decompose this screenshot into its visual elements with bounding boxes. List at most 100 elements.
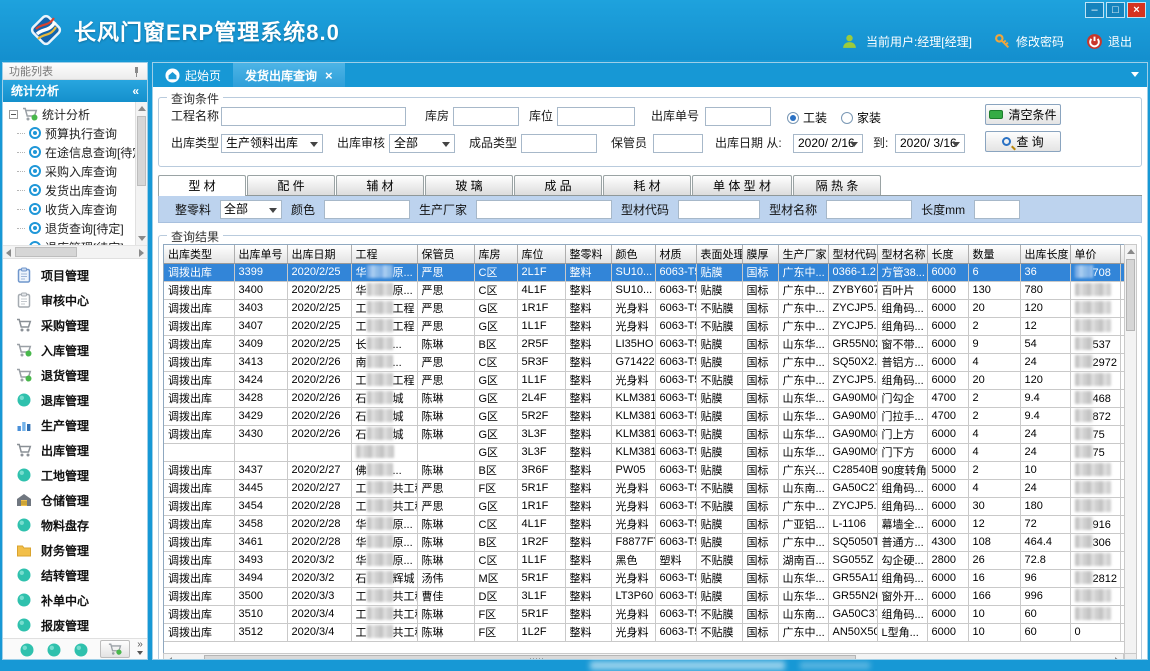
table-cell[interactable]: 6063-T5 (655, 317, 696, 335)
table-cell[interactable]: 5R1F (517, 569, 565, 587)
table-cell[interactable]: 整料 (565, 569, 611, 587)
table-cell[interactable]: 4 (968, 443, 1020, 461)
table-row[interactable]: 调拨出库34542020/2/28工共工程严思G区1R1F整料光身料6063-T… (164, 497, 1124, 515)
maximize-button[interactable]: □ (1106, 2, 1125, 18)
table-row[interactable]: 调拨出库34612020/2/28华原...陈琳B区1R2F整料F8877FT6… (164, 533, 1124, 551)
close-tab-icon[interactable]: × (325, 68, 333, 83)
table-cell[interactable]: 3407 (234, 317, 287, 335)
table-cell[interactable]: 0366-1.2 (828, 263, 877, 281)
table-cell[interactable]: 组角码... (877, 497, 927, 515)
table-cell[interactable]: 陈琳 (417, 389, 474, 407)
column-header[interactable]: 库位 (517, 245, 565, 263)
table-cell[interactable]: 2020/2/26 (287, 371, 351, 389)
table-cell[interactable]: 12 (1020, 317, 1070, 335)
pin-icon[interactable] (132, 67, 141, 76)
table-cell[interactable]: 国标 (742, 353, 778, 371)
table-cell[interactable]: G区 (474, 299, 517, 317)
table-cell[interactable]: 组角码... (877, 569, 927, 587)
table-cell[interactable]: 光身料 (611, 479, 655, 497)
table-vertical-scrollbar[interactable] (1124, 244, 1137, 660)
table-cell[interactable]: 国标 (742, 605, 778, 623)
table-cell[interactable]: 2020/3/3 (287, 587, 351, 605)
tree-item[interactable]: 发货出库查询 (3, 181, 147, 200)
table-cell[interactable]: 国标 (742, 533, 778, 551)
table-cell[interactable]: 国标 (742, 263, 778, 281)
table-cell[interactable]: 陈琳 (417, 335, 474, 353)
table-cell[interactable]: 严思 (417, 281, 474, 299)
table-cell[interactable]: 10 (968, 605, 1020, 623)
table-cell[interactable]: M区 (474, 569, 517, 587)
table-cell[interactable]: 调拨出库 (164, 299, 234, 317)
table-cell[interactable]: 华原... (351, 533, 417, 551)
table-cell[interactable]: 3500 (234, 587, 287, 605)
column-header[interactable]: 整零料 (565, 245, 611, 263)
table-cell[interactable]: 75 (1070, 425, 1120, 443)
table-cell[interactable]: 工工程 (351, 317, 417, 335)
table-cell[interactable]: 2020/2/28 (287, 497, 351, 515)
table-row[interactable]: 调拨出库34002020/2/25华原...严思C区4L1F整料SU10...6… (164, 281, 1124, 299)
table-cell[interactable]: SQ50X2... (828, 353, 877, 371)
table-cell[interactable]: 72 (1020, 515, 1070, 533)
table-cell[interactable]: 2 (968, 317, 1020, 335)
circle-icon[interactable] (73, 642, 86, 655)
table-cell[interactable]: 24 (1020, 479, 1070, 497)
table-cell[interactable]: 严思 (417, 353, 474, 371)
table-row[interactable]: G区3L3F整料KLM38176063-T5贴膜国标山东华...GA90M09.… (164, 443, 1124, 461)
material-tab[interactable]: 型 材 (158, 175, 246, 196)
table-cell[interactable]: 6000 (927, 263, 968, 281)
material-tab[interactable]: 单 体 型 材 (692, 175, 792, 195)
table-row[interactable]: 调拨出库34242020/2/26工工程严思G区1L1F整料光身料6063-T5… (164, 371, 1124, 389)
column-header[interactable]: 出库单号 (234, 245, 287, 263)
table-cell[interactable]: 贴膜 (696, 335, 742, 353)
date-to-picker[interactable]: 2020/ 3/16 (895, 134, 965, 153)
table-cell[interactable]: 872 (1070, 407, 1120, 425)
table-cell[interactable]: 调拨出库 (164, 263, 234, 281)
table-cell[interactable]: 6000 (927, 353, 968, 371)
column-header[interactable]: 单价 (1070, 245, 1120, 263)
table-cell[interactable] (1070, 317, 1120, 335)
table-cell[interactable]: 6063-T5 (655, 497, 696, 515)
table-cell[interactable]: 整料 (565, 443, 611, 461)
table-cell[interactable]: 严思 (417, 497, 474, 515)
table-cell[interactable]: 组角码... (877, 479, 927, 497)
table-cell[interactable]: 普铝方... (877, 353, 927, 371)
table-cell[interactable]: 调拨出库 (164, 461, 234, 479)
table-row[interactable]: 调拨出库34302020/2/26石城陈琳G区3L3F整料KLM38176063… (164, 425, 1124, 443)
table-cell[interactable] (1070, 587, 1120, 605)
table-cell[interactable]: 山东南... (778, 479, 828, 497)
table-cell[interactable]: GR55N26 (828, 587, 877, 605)
table-cell[interactable]: 2020/2/26 (287, 407, 351, 425)
tree-item[interactable]: 退库管理[待定] (3, 238, 147, 247)
table-cell[interactable]: 整料 (565, 335, 611, 353)
tree-item[interactable]: 在途信息查询[待定] (3, 143, 147, 162)
table-cell[interactable]: 5R1F (517, 479, 565, 497)
table-cell[interactable]: 2020/2/26 (287, 425, 351, 443)
cart-shortcut-button[interactable] (100, 640, 130, 658)
table-cell[interactable]: 36 (1020, 263, 1070, 281)
table-cell[interactable]: SQ5050T20 (828, 533, 877, 551)
table-cell[interactable]: 2800 (927, 551, 968, 569)
search-button[interactable]: 查 询 (985, 131, 1061, 152)
table-cell[interactable]: 门勾企 (877, 389, 927, 407)
table-cell[interactable] (351, 443, 417, 461)
table-cell[interactable]: 6063-T5 (655, 443, 696, 461)
scroll-thumb[interactable] (15, 247, 77, 257)
table-cell[interactable]: 6063-T5 (655, 515, 696, 533)
table-cell[interactable]: 调拨出库 (164, 551, 234, 569)
table-row[interactable]: 调拨出库34072020/2/25工工程严思G区1L1F整料光身料6063-T5… (164, 317, 1124, 335)
table-cell[interactable]: 2020/2/25 (287, 317, 351, 335)
table-cell[interactable]: 60 (1020, 605, 1070, 623)
table-cell[interactable]: 4700 (927, 389, 968, 407)
table-cell[interactable]: 180 (1020, 497, 1070, 515)
circle-icon[interactable] (19, 642, 32, 655)
table-cell[interactable]: L型角... (877, 623, 927, 641)
table-cell[interactable]: 996 (1020, 587, 1070, 605)
table-cell[interactable]: 2972 (1070, 353, 1120, 371)
table-cell[interactable]: 6000 (927, 479, 968, 497)
table-cell[interactable]: 国标 (742, 515, 778, 533)
table-cell[interactable]: 54 (1020, 335, 1070, 353)
table-cell[interactable]: 光身料 (611, 299, 655, 317)
collapse-expander-icon[interactable] (9, 110, 18, 119)
table-cell[interactable]: 6000 (927, 317, 968, 335)
column-header[interactable]: 材质 (655, 245, 696, 263)
